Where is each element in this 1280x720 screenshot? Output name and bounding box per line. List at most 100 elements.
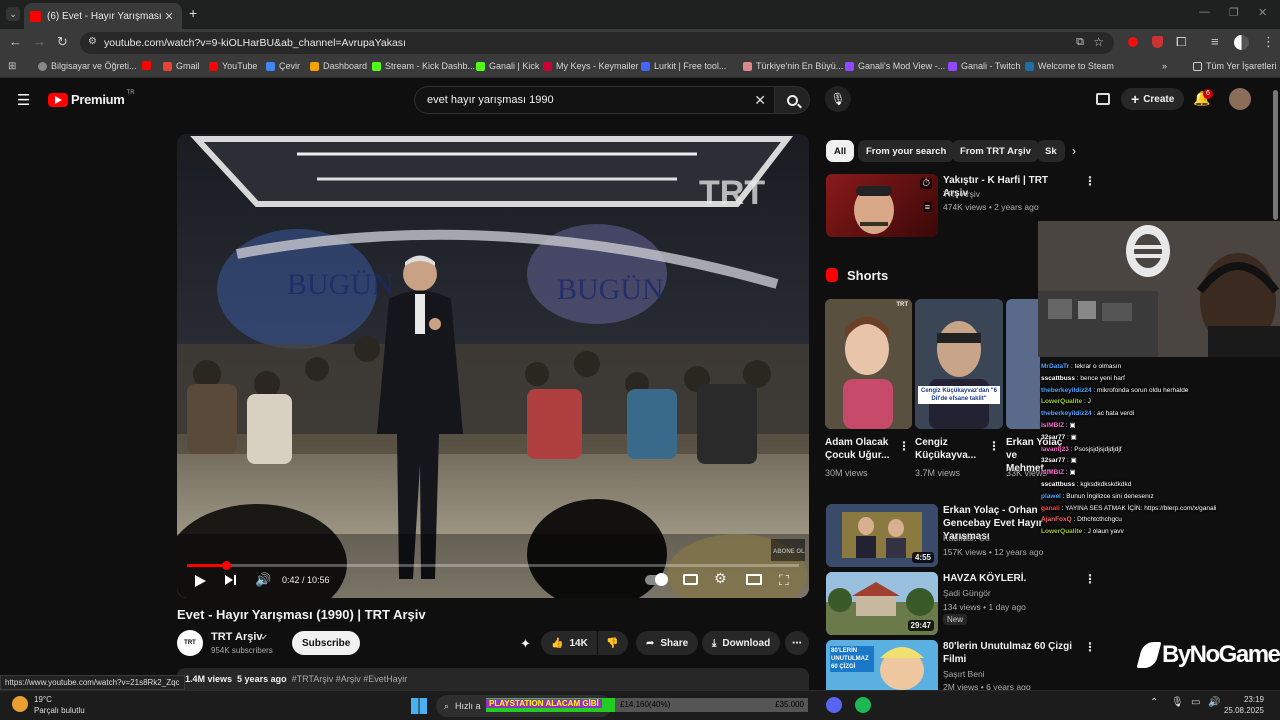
description-box[interactable]: 1.4M views 5 years ago #TRTArşiv #Arşiv …	[177, 668, 809, 690]
bookmark-item[interactable]: Türkiye'nin En Büyü...	[743, 61, 843, 71]
channel-name[interactable]: TRT Arşiv	[211, 631, 263, 643]
rec-menu-icon[interactable]: ⋮	[1084, 174, 1096, 188]
short-thumbnail[interactable]	[1006, 299, 1040, 429]
discord-icon[interactable]	[826, 697, 842, 713]
bookmark-item[interactable]: Lurkit | Free tool...	[641, 61, 726, 71]
theater-mode-icon[interactable]	[746, 574, 762, 585]
bookmark-item[interactable]	[142, 61, 155, 70]
rec-menu-icon[interactable]: ⋮	[1084, 572, 1096, 586]
clear-search-icon[interactable]: ✕	[754, 92, 766, 109]
site-info-icon[interactable]: ⚙	[88, 36, 97, 47]
bookmark-item[interactable]: Stream - Kick Dashb...	[372, 61, 475, 71]
short-menu-icon[interactable]: ⋮	[898, 439, 910, 453]
share-button[interactable]: ➦ Share	[636, 631, 699, 655]
rec-thumbnail[interactable]: ⏱ ≡	[826, 174, 938, 237]
chip-all[interactable]: All	[826, 140, 855, 162]
subscribe-button[interactable]: Subscribe	[292, 631, 361, 655]
reload-icon[interactable]: ↻	[57, 35, 68, 49]
bookmark-item[interactable]: Ganali - Twitch	[948, 61, 1020, 71]
download-button[interactable]: ⤓ Download	[702, 631, 781, 655]
rec-thumbnail[interactable]: 4:55	[826, 504, 938, 567]
voice-search-button[interactable]: 🎙	[825, 86, 851, 112]
bookmark-star-icon[interactable]: ☆	[1093, 35, 1104, 49]
short-thumbnail[interactable]: Cengiz Küçükayvaz'dan "6 Dil'de efsane t…	[915, 299, 1003, 429]
restore-button[interactable]: ❐	[1229, 6, 1239, 19]
install-app-icon[interactable]: ⧉	[1076, 36, 1084, 49]
rec-channel[interactable]: TRT Arşiv	[943, 189, 980, 199]
new-tab-button[interactable]: +	[189, 5, 197, 21]
scrollbar-thumb[interactable]	[1273, 90, 1278, 220]
autoplay-toggle[interactable]	[645, 573, 668, 586]
apps-grid-icon[interactable]: ⊞	[8, 61, 16, 72]
short-thumbnail[interactable]: TRT	[825, 299, 912, 429]
hamburger-menu-icon[interactable]: ☰	[17, 91, 30, 109]
profile-avatar-icon[interactable]	[1234, 35, 1249, 50]
watch-later-icon[interactable]: ⏱	[920, 178, 932, 189]
rec-channel[interactable]: Kadınlar. Co	[943, 533, 990, 543]
extension-shield-icon[interactable]	[1152, 36, 1163, 48]
youtube-logo[interactable]: Premium TR	[48, 90, 135, 107]
all-bookmarks[interactable]: Tüm Yer İşaretleri	[1193, 61, 1277, 71]
like-button[interactable]: 👍 14K	[541, 631, 597, 655]
dislike-button[interactable]: 👎	[598, 631, 628, 655]
chip-from-channel[interactable]: From TRT Arşiv	[952, 140, 1039, 162]
spotify-icon[interactable]	[855, 697, 871, 713]
short-menu-icon[interactable]: ⋮	[988, 439, 1000, 453]
ai-sparkle-icon[interactable]: ✦	[520, 636, 531, 652]
create-button[interactable]: + Create	[1121, 88, 1185, 110]
browser-tab-active[interactable]: (6) Evet - Hayır Yarışması (1990) ✕	[24, 3, 182, 29]
chips-next-chevron-icon[interactable]: ›	[1072, 144, 1076, 158]
settings-gear-icon[interactable]: ⚙	[714, 570, 727, 587]
bookmark-item[interactable]: Gmail	[163, 61, 200, 71]
add-to-queue-icon[interactable]: ≡	[922, 202, 932, 212]
more-actions-button[interactable]: ⋯	[785, 631, 809, 655]
network-icon[interactable]: ▭	[1191, 697, 1200, 708]
bookmark-item[interactable]: My Keys - Keymailer	[543, 61, 639, 71]
browser-menu-icon[interactable]: ⋮	[1262, 35, 1275, 49]
rec-thumbnail[interactable]: 80'LERİN UNUTULMAZ 60 ÇİZGİ	[826, 640, 938, 690]
short-title[interactable]: Cengiz Küçükayva...	[915, 436, 985, 462]
video-player[interactable]: BUGÜN BUGÜN TRT ABONE OL 🔊 0:42 / 10:56 …	[177, 134, 809, 598]
back-icon[interactable]: ←	[9, 35, 22, 49]
forward-icon[interactable]: →	[33, 35, 46, 49]
rec-channel[interactable]: Şaşırt Beni	[943, 669, 985, 679]
media-control-icon[interactable]: ≡	[1211, 35, 1219, 49]
chip-more[interactable]: Sk	[1037, 140, 1065, 162]
tab-close-icon[interactable]: ✕	[162, 10, 176, 23]
progress-bar[interactable]	[187, 561, 799, 570]
play-icon[interactable]	[195, 575, 206, 587]
bookmark-item[interactable]: Çevir	[266, 61, 300, 71]
search-button[interactable]	[774, 86, 810, 114]
short-title[interactable]: Adam Olacak Çocuk Uğur...	[825, 436, 895, 462]
extensions-puzzle-icon[interactable]: ⧠	[1176, 35, 1186, 49]
search-input[interactable]: evet hayır yarışması 1990 ✕	[414, 86, 774, 114]
close-window-button[interactable]: ✕	[1258, 6, 1267, 19]
rec-thumbnail[interactable]: 29:47	[826, 572, 938, 635]
bookmark-item[interactable]: YouTube	[209, 61, 257, 71]
bookmark-item[interactable]: Bilgisayar ve Öğreti...	[38, 61, 137, 71]
microphone-icon[interactable]: 🎙	[1171, 697, 1184, 708]
subtitles-icon[interactable]	[683, 574, 698, 585]
cast-icon[interactable]	[1096, 93, 1110, 105]
rec-channel[interactable]: Şadi Güngör	[943, 588, 991, 598]
volume-icon[interactable]: 🔊	[255, 572, 271, 588]
more-bookmarks-chevron-icon[interactable]: »	[1162, 61, 1167, 71]
fullscreen-icon[interactable]: ⛶	[779, 572, 789, 589]
bookmark-item[interactable]: Ganali | Kick	[476, 61, 539, 71]
tray-chevron-icon[interactable]: ⌃	[1150, 697, 1158, 708]
minimize-button[interactable]: —	[1199, 6, 1210, 18]
bookmark-item[interactable]: Welcome to Steam	[1025, 61, 1114, 71]
next-icon[interactable]	[225, 575, 233, 585]
channel-avatar[interactable]: TRT	[177, 630, 203, 656]
weather-icon[interactable]	[12, 696, 28, 712]
rec-menu-icon[interactable]: ⋮	[1084, 640, 1096, 654]
bookmark-item[interactable]: Dashboard	[310, 61, 367, 71]
tab-list-button[interactable]: ⌄	[6, 7, 20, 21]
windows-start-icon[interactable]	[411, 698, 427, 714]
bookmark-item[interactable]: Ganali's Mod View -...	[845, 61, 945, 71]
rec-title[interactable]: 80'lerin Unutulmaz 60 Çizgi Filmi	[943, 640, 1073, 666]
rec-title[interactable]: HAVZA KÖYLERİ.	[943, 572, 1073, 585]
speaker-icon[interactable]: 🔊	[1208, 697, 1220, 708]
chip-from-your-search[interactable]: From your search	[858, 140, 955, 162]
extension-red-icon[interactable]	[1128, 37, 1138, 47]
